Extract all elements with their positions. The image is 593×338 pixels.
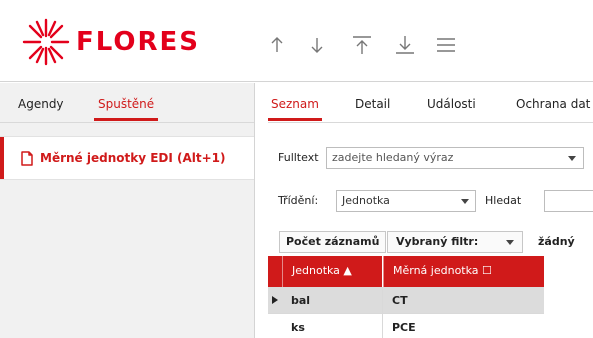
arrow-down-icon (311, 38, 323, 53)
running-item-merne-jednotky[interactable]: Měrné jednotky EDI (Alt+1) (0, 136, 254, 180)
cell-jednotka[interactable]: bal (282, 287, 383, 314)
record-count-button[interactable]: Počet záznamů (279, 231, 387, 253)
cell-merna-jednotka[interactable]: CT (383, 287, 544, 314)
filter-dropdown-icon (506, 240, 514, 245)
row-indicator-cell (268, 287, 282, 314)
cell-merna-jednotka[interactable]: PCE (383, 314, 544, 338)
filter-value: žádný (538, 235, 575, 248)
sort-value: Jednotka (342, 194, 390, 207)
header-indicator-cell (268, 256, 282, 287)
left-tabs: Agendy Spuštěné (0, 83, 254, 123)
move-up-button[interactable] (265, 33, 289, 57)
table-row[interactable]: ks PCE (268, 314, 544, 338)
move-to-bottom-button[interactable] (393, 33, 417, 57)
sort-select[interactable]: Jednotka (336, 190, 476, 212)
filter-label: Vybraný filtr: (396, 235, 479, 248)
header: FLORES (0, 0, 593, 82)
menu-button[interactable] (434, 33, 458, 57)
flores-logo: FLORES (22, 18, 200, 66)
tab-ochrana-dat[interactable]: Ochrana dat (516, 97, 590, 111)
tab-seznam[interactable]: Seznam (268, 97, 322, 121)
grid-header: Jednotka ▲ Měrná jednotka ☐ (268, 256, 544, 287)
arrow-to-top-icon (353, 36, 371, 54)
left-panel: Agendy Spuštěné Měrné jednotky EDI (Alt+… (0, 83, 255, 338)
cell-jednotka[interactable]: ks (282, 314, 383, 338)
fulltext-input[interactable]: zadejte hledaný výraz (326, 147, 584, 169)
search-input[interactable] (544, 190, 593, 212)
tab-detail[interactable]: Detail (355, 97, 390, 111)
logo-star-icon (22, 18, 70, 66)
table-row[interactable]: bal CT (268, 287, 544, 314)
main-tabs: Seznam Detail Události Ochrana dat (268, 83, 593, 123)
fulltext-placeholder: zadejte hledaný výraz (332, 151, 454, 164)
tab-agendy[interactable]: Agendy (18, 97, 64, 111)
brand-name: FLORES (76, 27, 201, 57)
document-icon (21, 151, 33, 166)
filter-select[interactable]: Vybraný filtr: (387, 231, 523, 253)
column-header-merna-jednotka[interactable]: Měrná jednotka ☐ (383, 256, 544, 287)
arrow-up-icon (271, 37, 283, 52)
row-indicator-cell (268, 314, 282, 338)
app-window: FLORES Agendy Spuštěné Měrné jednotky ED… (0, 0, 593, 338)
tab-spustene[interactable]: Spuštěné (93, 97, 159, 121)
fulltext-label: Fulltext (278, 151, 319, 164)
sort-label: Třídění: (278, 194, 319, 207)
current-row-icon (272, 296, 278, 304)
move-to-top-button[interactable] (350, 33, 374, 57)
main-panel: Seznam Detail Události Ochrana dat Fullt… (256, 83, 593, 338)
tab-udalosti[interactable]: Události (427, 97, 476, 111)
fulltext-dropdown-icon[interactable] (568, 156, 576, 161)
column-header-jednotka[interactable]: Jednotka ▲ (282, 256, 382, 287)
arrow-to-bottom-icon (396, 36, 414, 54)
menu-icon (437, 38, 455, 52)
sort-dropdown-icon (461, 199, 469, 204)
search-label: Hledat (485, 194, 522, 207)
move-down-button[interactable] (305, 33, 329, 57)
running-item-label: Měrné jednotky EDI (Alt+1) (40, 151, 226, 165)
